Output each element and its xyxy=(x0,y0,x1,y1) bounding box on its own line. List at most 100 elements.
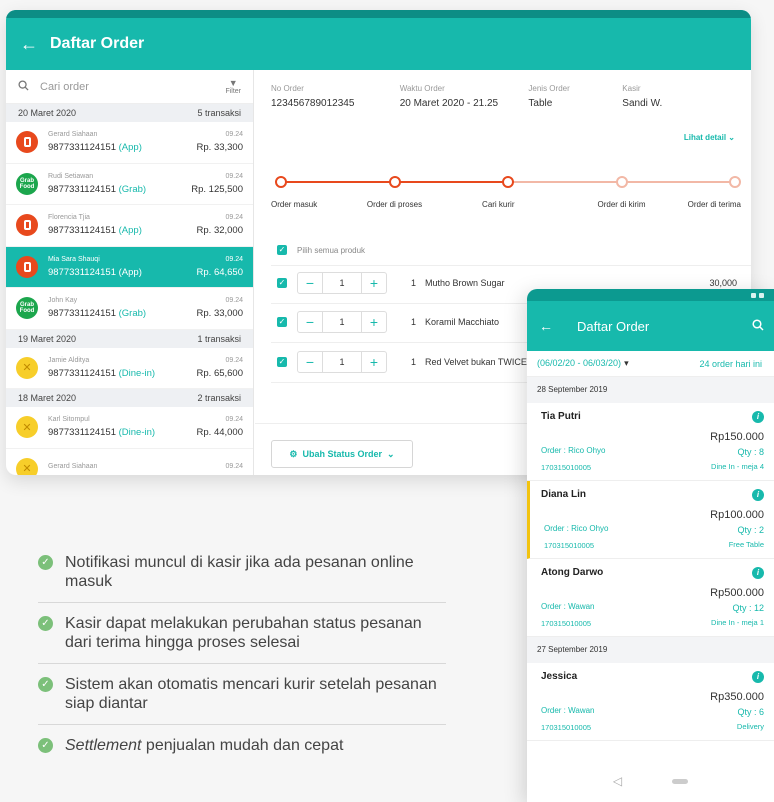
info-icon[interactable]: i xyxy=(752,671,764,683)
order-list-item[interactable]: Florencia Tjia 9877331124151 (App) 09.24 Rp… xyxy=(6,205,253,247)
order-list-item[interactable]: ✕ Gerard Siahaan 09.24 xyxy=(6,449,253,475)
phone-header: ← Daftar Order xyxy=(527,301,774,351)
date-range-value: (06/02/20 - 06/03/20) xyxy=(537,358,622,368)
order-cashier: Order : Wawan xyxy=(541,602,595,611)
order-time: 09.24 xyxy=(225,172,243,180)
order-id: 170315010005 xyxy=(541,619,592,628)
order-list-item[interactable]: ✕ Jamie Alditya 9877331124151 (Dine-in) 09.… xyxy=(6,348,253,389)
back-arrow-icon[interactable]: ← xyxy=(539,318,577,334)
search-icon[interactable] xyxy=(752,318,764,334)
date-range-select[interactable]: (06/02/20 - 06/03/20) ▾ xyxy=(537,358,629,369)
info-label: Kasir xyxy=(622,84,641,93)
order-source: (Grab) xyxy=(118,183,147,195)
order-number-value: 9877331124151 xyxy=(48,308,116,320)
quantity-stepper[interactable]: −1 + xyxy=(297,311,387,333)
order-meta: 09.24 Rp. 44,000 xyxy=(197,416,243,438)
decrement-button[interactable]: − xyxy=(298,311,322,333)
phone-date-header: 28 September 2019 xyxy=(527,377,774,403)
progress-line xyxy=(281,181,395,183)
order-time: 09.24 xyxy=(225,255,243,263)
product-checkbox[interactable]: ✓ xyxy=(277,317,287,327)
feature-item: ✓ Settlement penjualan mudah dan cepat xyxy=(38,736,446,766)
order-number: 9877331124151 (Dine-in) xyxy=(48,368,197,379)
progress-step-label: Order di kirim xyxy=(597,200,646,209)
phone-order-card[interactable]: Jessica i Rp350.000 Order : Wawan Qty : 6 170… xyxy=(527,663,774,741)
quantity-stepper[interactable]: −1 + xyxy=(297,272,387,294)
info-field: No Order 123456789012345 xyxy=(271,84,400,109)
detail-link[interactable]: Lihat detail ⌄ xyxy=(684,133,735,142)
order-list-item[interactable]: Gerard Siahaan 9877331124151 (App) 09.24 Rp… xyxy=(6,122,253,164)
caret-down-icon: ▾ xyxy=(624,358,629,368)
order-source: (App) xyxy=(118,225,142,237)
order-meta: 09.24 Rp. 65,600 xyxy=(197,357,243,379)
order-amount: Rp. 33,000 xyxy=(196,308,243,320)
info-field: Jenis Order Table xyxy=(528,84,622,109)
order-count: 24 order hari ini xyxy=(699,358,762,369)
order-cashier: Order : Wawan xyxy=(541,706,595,715)
order-list-item[interactable]: Mia Sara Shauqi 9877331124151 (App) 09.24 R… xyxy=(6,246,253,288)
order-time: 09.24 xyxy=(225,131,243,139)
order-time: 09.24 xyxy=(225,463,243,471)
phone-order-card[interactable]: Tia Putri i Rp150.000 Order : Rico Ohyo Qty … xyxy=(527,403,774,481)
order-number: 9877331124151 (App) xyxy=(48,142,197,153)
filter-button[interactable]: ▼ Filter xyxy=(225,78,241,95)
date-filter-bar: (06/02/20 - 06/03/20) ▾ 24 order hari ini xyxy=(527,351,774,377)
phone-order-card[interactable]: Diana Lin i Rp100.000 Order : Rico Ohyo Qty … xyxy=(527,481,774,559)
order-list-item[interactable]: Grab Food Rudi Setiawan 9877331124151 (Gra… xyxy=(6,164,253,205)
back-arrow-icon[interactable]: ← xyxy=(20,34,50,55)
order-type: Free Table xyxy=(728,540,764,549)
info-icon[interactable]: i xyxy=(752,567,764,579)
phone-order-card[interactable]: Atong Darwo i Rp500.000 Order : Wawan Qty : … xyxy=(527,559,774,637)
change-status-button[interactable]: ⚙ Ubah Status Order ⌄ xyxy=(271,440,413,468)
group-date: 20 Maret 2020 xyxy=(18,108,77,118)
info-value: Sandi W. xyxy=(622,98,663,109)
order-list-item[interactable]: Grab Food John Kay 9877331124151 (Grab) 09.… xyxy=(6,288,253,330)
order-id: 170315010005 xyxy=(541,723,592,732)
search-icon xyxy=(18,79,40,94)
app-order-icon xyxy=(16,131,38,154)
increment-button[interactable]: + xyxy=(362,272,386,294)
order-price: Rp350.000 xyxy=(710,691,764,703)
order-list-panel: Cari order ▼ Filter 20 Maret 2020 5 trans… xyxy=(6,70,254,475)
info-icon[interactable]: i xyxy=(752,489,764,501)
customer-name: Jamie Alditya xyxy=(48,356,90,364)
feature-item: ✓ Notifikasi muncul di kasir jika ada pes… xyxy=(38,553,446,603)
quantity-stepper[interactable]: −1 + xyxy=(297,351,387,373)
order-info: John Kay 9877331124151 (Grab) xyxy=(48,297,197,319)
stepper-value: 1 xyxy=(322,351,362,373)
select-all-row[interactable]: ✓ Pilih semua produk xyxy=(277,245,365,255)
customer-name: Tia Putri xyxy=(541,411,581,422)
change-status-label: Ubah Status Order xyxy=(302,449,383,459)
order-meta: 09.24 xyxy=(225,463,243,474)
order-meta: 09.24 Rp. 33,300 xyxy=(197,131,243,153)
decrement-button[interactable]: − xyxy=(298,351,322,373)
customer-name: Atong Darwo xyxy=(541,567,604,578)
search-bar[interactable]: Cari order ▼ Filter xyxy=(6,70,253,104)
customer-name: Gerard Siahaan xyxy=(48,463,98,471)
order-source: (App) xyxy=(118,266,142,278)
info-value: Table xyxy=(528,98,553,109)
customer-name: Diana Lin xyxy=(541,489,587,500)
increment-button[interactable]: + xyxy=(362,351,386,373)
order-list-item[interactable]: ✕ Karl Sitompul 9877331124151 (Dine-in) 09.… xyxy=(6,407,253,449)
order-time: 09.24 xyxy=(225,356,243,364)
order-qty: Qty : 8 xyxy=(737,447,764,457)
order-id: 170315010005 xyxy=(541,463,592,472)
order-qty: Qty : 12 xyxy=(732,603,764,613)
increment-button[interactable]: + xyxy=(362,311,386,333)
product-checkbox[interactable]: ✓ xyxy=(277,357,287,367)
order-time: 09.24 xyxy=(225,416,243,424)
order-amount: Rp. 64,650 xyxy=(196,266,243,278)
order-number-value: 9877331124151 xyxy=(48,183,116,195)
android-nav-bar: ◁ xyxy=(527,760,774,802)
feature-emphasis: Settlement xyxy=(65,737,142,754)
nav-home-icon[interactable] xyxy=(672,778,689,784)
progress-step-dot xyxy=(388,176,401,188)
info-icon[interactable]: i xyxy=(752,411,764,423)
nav-back-icon[interactable]: ◁ xyxy=(613,774,622,788)
select-all-checkbox[interactable]: ✓ xyxy=(277,245,287,255)
product-checkbox[interactable]: ✓ xyxy=(277,278,287,288)
decrement-button[interactable]: − xyxy=(298,272,322,294)
order-meta: 09.24 Rp. 33,000 xyxy=(197,297,243,319)
search-input[interactable]: Cari order xyxy=(40,81,225,93)
